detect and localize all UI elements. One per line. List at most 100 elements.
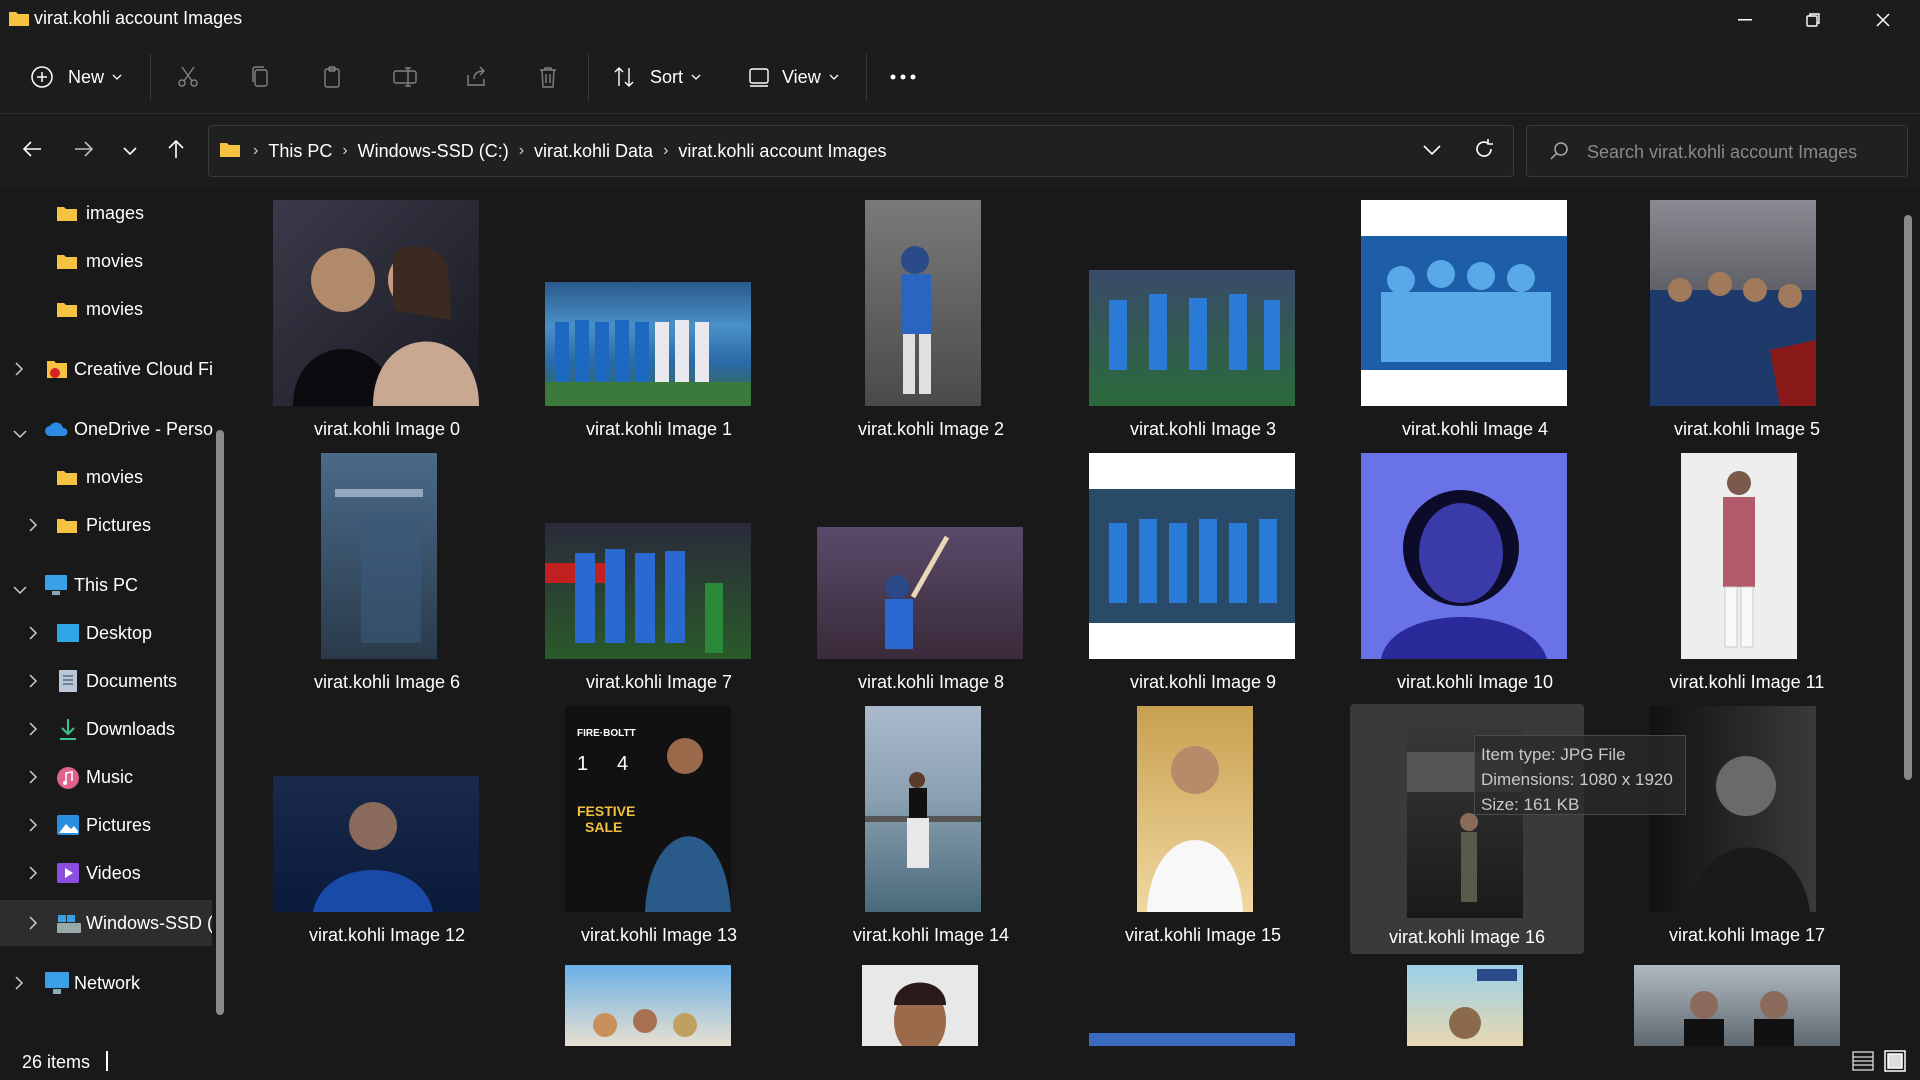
breadcrumb-windows-ssd[interactable]: Windows-SSD (C:): [352, 141, 515, 162]
thumbnail-image: [1089, 453, 1295, 659]
new-button[interactable]: New: [30, 40, 122, 114]
up-button[interactable]: [154, 115, 198, 187]
sidebar-item-downloads[interactable]: Downloads: [0, 706, 220, 752]
breadcrumb-virat-data[interactable]: virat.kohli Data: [528, 141, 659, 162]
sidebar-item-documents[interactable]: Documents: [0, 658, 220, 704]
file-item[interactable]: virat.kohli Image 11: [1630, 453, 1864, 697]
svg-text:4: 4: [617, 753, 628, 775]
file-item[interactable]: virat.kohli Image 6: [270, 453, 504, 697]
file-item[interactable]: FIRE·BOLTT 1 4 FESTIVE SALE virat.kohli Imag…: [542, 706, 776, 950]
music-icon: [56, 766, 80, 795]
sort-button[interactable]: Sort: [612, 40, 701, 114]
back-button[interactable]: [10, 115, 54, 187]
sidebar-item-pictures-library[interactable]: Pictures: [0, 802, 220, 848]
share-button[interactable]: [464, 40, 488, 114]
address-bar[interactable]: › This PC › Windows-SSD (C:) › virat.koh…: [208, 125, 1514, 177]
file-grid: virat.kohli Image 0 virat.kohli Image 1 …: [232, 190, 1920, 1046]
address-dropdown-button[interactable]: [1423, 142, 1441, 160]
file-item[interactable]: virat.kohli Image 8: [814, 453, 1048, 697]
file-name: virat.kohli Image 17: [1668, 925, 1826, 945]
file-name: virat.kohli Image 12: [308, 925, 466, 945]
downloads-icon: [58, 717, 78, 746]
rename-button[interactable]: [392, 40, 418, 114]
status-divider: [106, 1051, 108, 1071]
cut-button[interactable]: [176, 40, 200, 114]
plus-circle-icon: [30, 65, 54, 89]
large-icons-view-button[interactable]: [1884, 1050, 1906, 1077]
file-item[interactable]: virat.kohli Image 12: [270, 706, 504, 950]
search-input[interactable]: Search virat.kohli account Images: [1587, 142, 1857, 163]
file-item[interactable]: virat.kohli Image 2: [814, 200, 1048, 444]
file-item[interactable]: virat.kohli Image 10: [1358, 453, 1592, 697]
content-scrollbar[interactable]: [1904, 215, 1912, 780]
sidebar-item-videos[interactable]: Videos: [0, 850, 220, 896]
sidebar-item-label: Music: [86, 766, 134, 787]
view-button[interactable]: View: [748, 40, 839, 114]
sidebar-item-network[interactable]: Network: [0, 960, 220, 1006]
sidebar-item-desktop[interactable]: Desktop: [0, 610, 220, 656]
file-item[interactable]: virat.kohli Image 15: [1086, 706, 1320, 950]
sidebar-scrollbar[interactable]: [216, 430, 224, 1015]
arrow-left-icon: [22, 140, 42, 163]
toolbar-separator: [588, 54, 589, 100]
search-box[interactable]: Search virat.kohli account Images: [1526, 125, 1908, 177]
sidebar-item-movies[interactable]: movies: [0, 238, 220, 284]
details-view-button[interactable]: [1852, 1050, 1874, 1077]
file-name: virat.kohli Image 5: [1673, 419, 1821, 439]
file-item[interactable]: virat.kohli Image 1: [542, 200, 776, 444]
more-options-button[interactable]: [890, 40, 916, 114]
sidebar-item-label: Downloads: [86, 718, 176, 739]
file-item[interactable]: virat.kohli Image 3: [1086, 200, 1320, 444]
sidebar-item-movies[interactable]: movies: [0, 454, 220, 500]
folder-icon: [56, 300, 78, 323]
sidebar-item-label: Creative Cloud Fi: [74, 358, 214, 379]
folder-icon: [56, 468, 78, 491]
toolbar-separator: [150, 54, 151, 100]
forward-button[interactable]: [62, 115, 106, 187]
sidebar-item-music[interactable]: Music: [0, 754, 220, 800]
file-item[interactable]: virat.kohli Image 9: [1086, 453, 1320, 697]
file-item[interactable]: virat.kohli Image 0: [270, 200, 504, 444]
documents-icon: [58, 669, 78, 698]
sidebar-item-creative-cloud[interactable]: Creative Cloud Fi: [0, 346, 220, 392]
thumbnail-image: [862, 965, 978, 1046]
file-item[interactable]: virat.kohli Image 14: [814, 706, 1048, 950]
sidebar-item-this-pc[interactable]: This PC: [0, 562, 220, 608]
close-button[interactable]: [1848, 0, 1918, 40]
recent-locations-button[interactable]: [108, 115, 152, 187]
copy-button[interactable]: [248, 40, 272, 114]
sidebar-item-label: movies: [86, 466, 144, 487]
tooltip-size: Size: 161 KB: [1481, 795, 1580, 814]
command-bar: New Sort View: [0, 40, 1920, 114]
arrow-right-icon: [74, 140, 94, 163]
file-name: virat.kohli Image 0: [313, 419, 461, 439]
file-name: virat.kohli Image 11: [1669, 672, 1825, 692]
sidebar-item-label: Network: [74, 972, 141, 993]
minimize-button[interactable]: [1710, 0, 1780, 40]
delete-button[interactable]: [536, 40, 560, 114]
sidebar-item-pictures[interactable]: Pictures: [0, 502, 220, 548]
restore-button[interactable]: [1778, 0, 1848, 40]
sidebar-item-label: This PC: [74, 574, 139, 595]
breadcrumb-this-pc[interactable]: This PC: [262, 141, 338, 162]
thumbnail-image: [1681, 453, 1797, 659]
trash-icon: [536, 65, 560, 89]
network-icon: [44, 971, 70, 1000]
breadcrumb-current-folder[interactable]: virat.kohli account Images: [672, 141, 892, 162]
folder-icon: [56, 252, 78, 275]
paste-button[interactable]: [320, 40, 344, 114]
sidebar-item-onedrive[interactable]: OneDrive - Perso: [0, 406, 220, 452]
tooltip-item-type: Item type: JPG File: [1481, 745, 1626, 764]
thumbnail-image: [545, 282, 751, 406]
file-item[interactable]: virat.kohli Image 7: [542, 453, 776, 697]
file-item[interactable]: virat.kohli Image 4: [1358, 200, 1592, 444]
thumbnail-image: [1407, 965, 1523, 1046]
sidebar-item-movies[interactable]: movies: [0, 286, 220, 332]
file-name: virat.kohli Image 7: [585, 672, 733, 692]
sidebar-item-windows-ssd[interactable]: Windows-SSD (: [0, 900, 212, 946]
file-item[interactable]: virat.kohli Image 5: [1630, 200, 1864, 444]
refresh-button[interactable]: [1473, 138, 1495, 165]
sidebar-item-images[interactable]: images: [0, 190, 220, 236]
sort-label: Sort: [650, 66, 684, 87]
file-name: virat.kohli Image 2: [857, 419, 1005, 439]
